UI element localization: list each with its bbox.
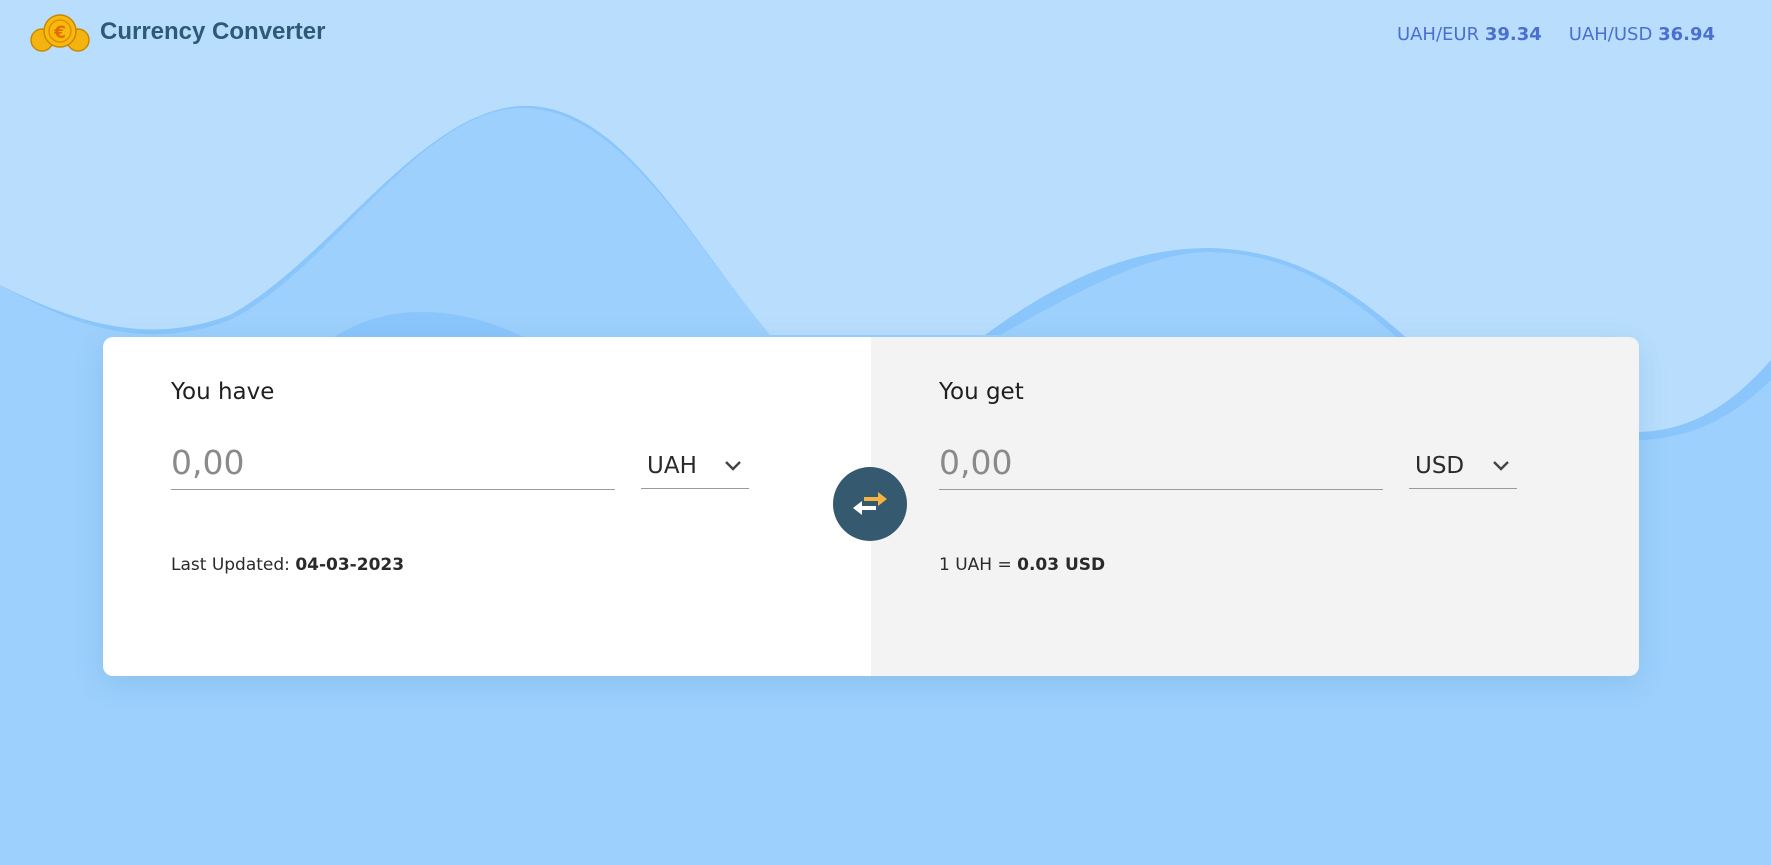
conversion-rate-value: 0.03 USD bbox=[1017, 555, 1106, 575]
rate-value: 36.94 bbox=[1658, 24, 1715, 45]
get-currency-select[interactable]: USD bbox=[1409, 435, 1517, 489]
conversion-rate: 1 UAH = 0.03 USD bbox=[939, 555, 1105, 575]
you-have-panel: You have UAH Last Updated: 04-03-2023 bbox=[103, 337, 871, 676]
you-get-panel: You get USD 1 UAH = 0.03 USD bbox=[871, 337, 1639, 676]
have-currency-value: UAH bbox=[647, 452, 697, 479]
you-get-heading: You get bbox=[939, 379, 1024, 405]
rate-pair-label: UAH/EUR bbox=[1396, 24, 1480, 45]
last-updated-label: Last Updated: bbox=[171, 555, 290, 575]
rate-pair-label: UAH/USD bbox=[1568, 24, 1653, 45]
app-title: Currency Converter bbox=[100, 18, 326, 45]
coins-icon: € bbox=[30, 14, 90, 52]
swap-currencies-button[interactable] bbox=[833, 467, 907, 541]
rate-value: 39.34 bbox=[1484, 24, 1542, 45]
exchange-rates: UAH/EUR 39.34 UAH/USD 36.94 bbox=[1397, 24, 1715, 45]
have-amount-input[interactable] bbox=[171, 435, 615, 490]
rate-uah-usd: UAH/USD 36.94 bbox=[1569, 24, 1715, 45]
you-have-heading: You have bbox=[171, 379, 275, 405]
chevron-down-icon bbox=[1493, 460, 1509, 471]
rate-uah-eur: UAH/EUR 39.34 bbox=[1397, 24, 1542, 45]
chevron-down-icon bbox=[725, 460, 741, 471]
swap-arrows-icon bbox=[853, 492, 887, 515]
get-currency-value: USD bbox=[1415, 452, 1465, 479]
have-currency-select[interactable]: UAH bbox=[641, 435, 749, 489]
last-updated-date: 04-03-2023 bbox=[295, 555, 405, 575]
last-updated: Last Updated: 04-03-2023 bbox=[171, 555, 404, 575]
conversion-rate-label: 1 UAH = bbox=[939, 555, 1012, 575]
svg-text:€: € bbox=[53, 23, 66, 43]
get-amount-input[interactable] bbox=[939, 435, 1383, 490]
